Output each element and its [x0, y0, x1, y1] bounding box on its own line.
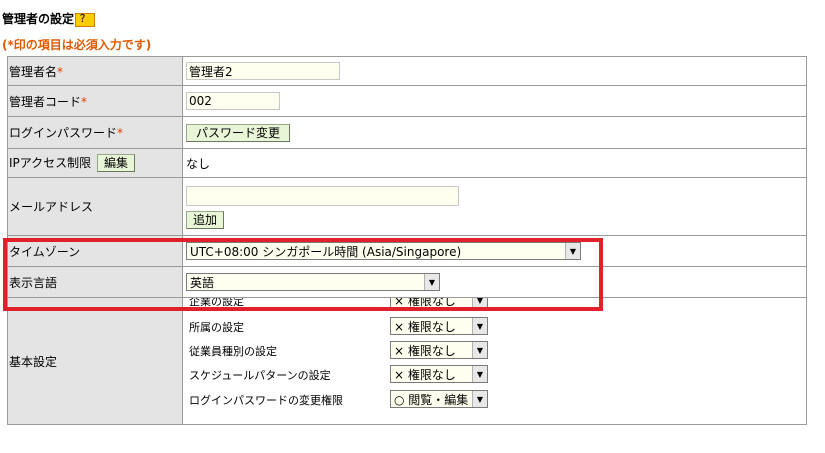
admin-name-input[interactable]: [186, 62, 340, 80]
perm-row-department: 所属の設定 × 権限なし ▼: [189, 317, 499, 335]
row-timezone: タイムゾーン UTC+08:00 シンガポール時間 (Asia/Singapor…: [7, 235, 807, 267]
chevron-down-icon: ▼: [472, 391, 487, 407]
required-star: *: [81, 94, 88, 109]
row-language: 表示言語 英語 ▼: [7, 266, 807, 298]
row-ip-access: IPアクセス制限 編集 なし: [7, 148, 807, 178]
chevron-down-icon: ▼: [424, 274, 439, 290]
admin-code-input[interactable]: [186, 92, 280, 110]
perm-select-schedule-pattern[interactable]: × 権限なし ▼: [390, 365, 488, 383]
page-title-text: 管理者の設定: [2, 12, 75, 26]
perm-label: スケジュールパターンの設定: [189, 369, 331, 382]
email-input[interactable]: [186, 186, 459, 206]
perm-row-company: 企業の設定 × 権限なし ▼: [189, 297, 499, 309]
perm-row-schedule-pattern: スケジュールパターンの設定 × 権限なし ▼: [189, 365, 499, 383]
chevron-down-icon: ▼: [472, 318, 487, 334]
login-password-label: ログインパスワード*: [7, 116, 183, 149]
chevron-down-icon: ▼: [565, 243, 580, 259]
chevron-down-icon: ▼: [472, 342, 487, 358]
perm-label: ログインパスワードの変更権限: [189, 394, 343, 407]
add-email-button[interactable]: 追加: [186, 211, 225, 229]
perm-row-login-password: ログインパスワードの変更権限 ○ 閲覧・編集 ▼: [189, 390, 499, 408]
perm-select-company[interactable]: × 権限なし ▼: [390, 298, 488, 309]
perm-select-employee-type[interactable]: × 権限なし ▼: [390, 341, 488, 359]
required-note: (*印の項目は必須入力です): [2, 38, 152, 52]
timezone-select[interactable]: UTC+08:00 シンガポール時間 (Asia/Singapore) ▼: [186, 242, 581, 260]
language-selected: 英語: [190, 275, 215, 290]
chevron-down-icon: ▼: [472, 298, 487, 308]
row-basic-settings: 基本設定 企業の設定 × 権限なし ▼ 所属の設定 × 権限なし ▼ 従業員種別…: [7, 297, 807, 425]
ip-access-value: なし: [186, 156, 211, 171]
ip-access-edit-button[interactable]: 編集: [97, 154, 136, 172]
basic-settings-label: 基本設定: [7, 297, 183, 425]
email-label: メールアドレス: [7, 177, 183, 236]
perm-label: 従業員種別の設定: [189, 345, 277, 358]
admin-name-label: 管理者名*: [7, 56, 183, 86]
row-admin-name: 管理者名*: [7, 56, 807, 86]
chevron-down-icon: ▼: [472, 366, 487, 382]
ip-access-label: IPアクセス制限 編集: [7, 148, 183, 178]
perm-label: 企業の設定: [189, 297, 244, 309]
timezone-label: タイムゾーン: [7, 235, 183, 267]
timezone-selected: UTC+08:00 シンガポール時間 (Asia/Singapore): [190, 244, 462, 259]
help-button[interactable]: ？: [75, 13, 96, 27]
language-label: 表示言語: [7, 266, 183, 298]
admin-settings-form: 管理者名* 管理者コード* ログインパスワード* パスワード変更 IPアクセス制…: [7, 56, 807, 425]
row-email: メールアドレス 追加: [7, 177, 807, 236]
row-login-password: ログインパスワード* パスワード変更: [7, 116, 807, 149]
admin-code-label: 管理者コード*: [7, 85, 183, 117]
perm-select-login-password[interactable]: ○ 閲覧・編集 ▼: [390, 390, 488, 408]
perm-select-department[interactable]: × 権限なし ▼: [390, 317, 488, 335]
row-admin-code: 管理者コード*: [7, 85, 807, 117]
required-star: *: [57, 64, 64, 79]
page-title: 管理者の設定？: [2, 10, 96, 27]
language-select[interactable]: 英語 ▼: [186, 273, 440, 291]
perm-label: 所属の設定: [189, 321, 244, 334]
change-password-button[interactable]: パスワード変更: [186, 123, 291, 142]
required-star: *: [117, 126, 124, 140]
perm-row-employee-type: 従業員種別の設定 × 権限なし ▼: [189, 341, 499, 359]
